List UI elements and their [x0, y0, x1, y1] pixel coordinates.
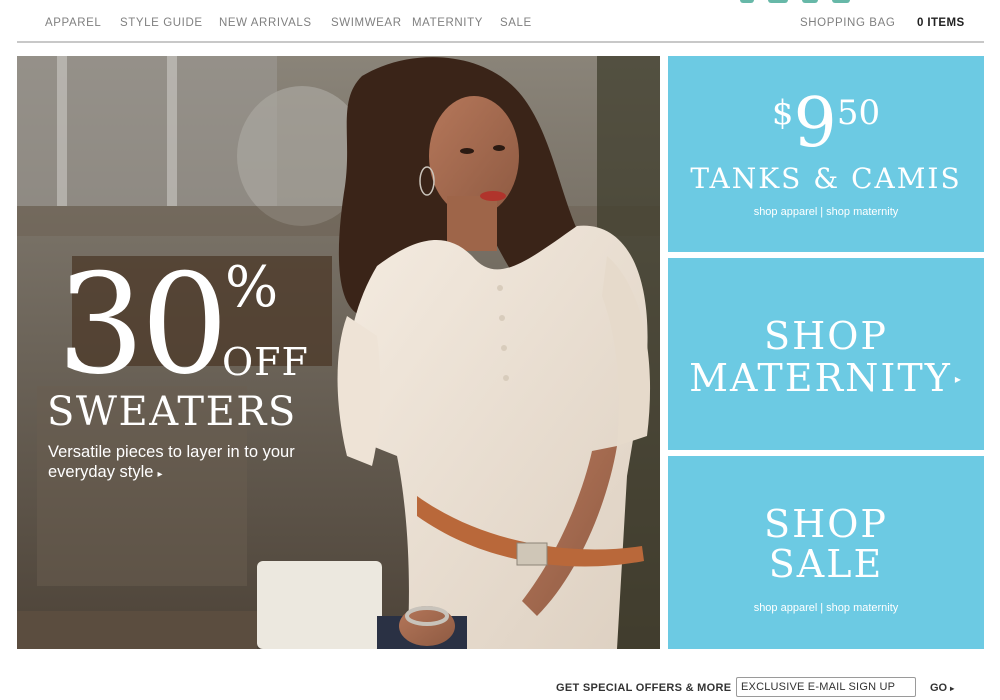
go-label: GO: [930, 682, 948, 694]
nav-item-style-guide[interactable]: STYLE GUIDE: [120, 17, 203, 29]
maternity-tile-label: MATERNITY: [689, 356, 952, 400]
nav-item-sale[interactable]: SALE: [500, 17, 532, 29]
go-button[interactable]: GO ▸: [930, 682, 954, 694]
go-arrow-icon: ▸: [950, 684, 955, 693]
hero-product-name: SWEATERS: [47, 389, 297, 435]
price-whole: 9: [793, 84, 837, 163]
chevron-right-icon: ▸: [954, 372, 963, 386]
maternity-tile-line2: MATERNITY ▸: [668, 358, 984, 399]
sale-tile-line2: SALE: [768, 542, 884, 586]
nav-item-apparel[interactable]: APPAREL: [45, 17, 101, 29]
tanks-camis-tile[interactable]: $950 TANKS & CAMIS shop apparel | shop mat…: [668, 56, 984, 252]
email-signup-input[interactable]: [736, 677, 916, 697]
email-signup-bar: GET SPECIAL OFFERS & MORE GO▸: [0, 672, 1000, 700]
special-offers-label: GET SPECIAL OFFERS & MORE: [556, 682, 732, 694]
hero-off-label: OFF: [222, 340, 309, 384]
sale-tile-links: shop apparel | shop maternity: [668, 602, 984, 614]
shop-sale-tile[interactable]: SHOP SALE shop apparel | shop maternity: [668, 456, 984, 649]
tagline-arrow-icon: ▸: [157, 469, 163, 480]
shop-maternity-link[interactable]: shop maternity: [826, 206, 898, 218]
price-currency: $: [771, 93, 794, 133]
top-navigation: APPAREL STYLE GUIDE NEW ARRIVALS SWIMWEA…: [17, 0, 984, 43]
tanks-camis-links: shop apparel | shop maternity: [668, 206, 984, 218]
hero-percent-sign: %: [225, 255, 279, 320]
shop-maternity-tile[interactable]: SHOP MATERNITY ▸: [668, 258, 984, 450]
sale-tile-line1: SHOP: [764, 502, 888, 546]
nav-item-swimwear[interactable]: SWIMWEAR: [331, 17, 402, 29]
hero-discount-number: 30: [57, 244, 229, 405]
link-separator: |: [820, 206, 824, 218]
link-separator: |: [820, 602, 824, 614]
nav-item-new-arrivals[interactable]: NEW ARRIVALS: [219, 17, 312, 29]
hero-tagline-link[interactable]: Versatile pieces to layer in to your eve…: [48, 442, 348, 485]
shop-apparel-link[interactable]: shop apparel: [754, 206, 818, 218]
hero-tagline: Versatile pieces to layer in to your eve…: [48, 443, 295, 481]
shopping-bag-link[interactable]: SHOPPING BAG: [800, 17, 895, 29]
tanks-price: $950: [668, 90, 984, 158]
tanks-camis-title: TANKS & CAMIS: [690, 162, 962, 195]
hero-banner[interactable]: 30 % OFF SWEATERS Versatile pieces to la…: [17, 56, 660, 649]
bag-item-count[interactable]: 0 ITEMS: [917, 17, 965, 29]
nav-item-maternity[interactable]: MATERNITY: [412, 17, 483, 29]
maternity-tile-line1: SHOP: [764, 314, 888, 358]
sale-shop-maternity-link[interactable]: shop maternity: [826, 602, 898, 614]
price-cents: 50: [836, 93, 881, 133]
sale-shop-apparel-link[interactable]: shop apparel: [754, 602, 818, 614]
